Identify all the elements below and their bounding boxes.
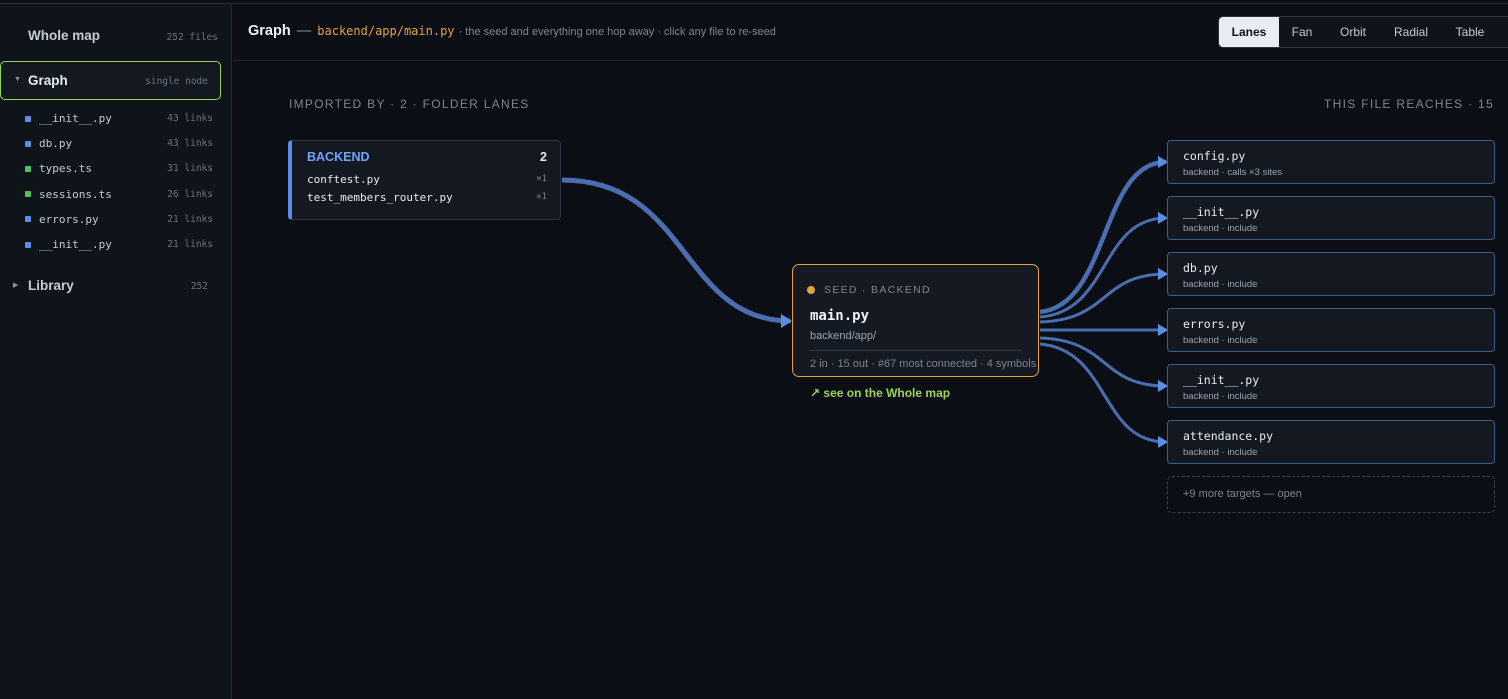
list-item[interactable]: errors.py 21 links — [25, 207, 215, 232]
seed-tag: SEED · BACKEND — [807, 284, 931, 296]
link-count: 43 links — [167, 113, 213, 125]
tab-lanes[interactable]: Lanes — [1219, 17, 1279, 47]
importer-file-name: conftest.py — [307, 172, 380, 186]
whole-map-nav[interactable]: Whole map 252 files — [28, 28, 218, 43]
seed-file-path: backend/app/ — [810, 330, 877, 342]
chevron-right-icon[interactable]: ▶ — [13, 281, 18, 289]
file-name: db.py — [39, 137, 73, 151]
target-detail: backend · include — [1183, 447, 1258, 458]
imported-by-header: IMPORTED BY · 2 · FOLDER LANES — [289, 97, 530, 111]
target-name: config.py — [1183, 149, 1246, 163]
file-type-icon — [25, 191, 31, 198]
file-name: __init__.py — [39, 112, 112, 126]
edge-target — [1039, 159, 1167, 315]
graph-header: Graph — backend/app/main.py · the seed a… — [233, 4, 1508, 61]
edge-arrow — [781, 314, 792, 328]
target-detail: backend · calls ×3 sites — [1183, 167, 1283, 178]
list-item[interactable]: __init__.py 43 links — [25, 106, 215, 131]
seed-path[interactable]: backend/app/main.py — [317, 24, 454, 38]
link-count: 21 links — [167, 239, 213, 251]
list-item[interactable]: sessions.ts 26 links — [25, 182, 215, 207]
file-name: __init__.py — [39, 238, 112, 252]
seed-file-name: main.py — [810, 308, 870, 324]
file-type-icon — [25, 241, 31, 248]
folder-count: 2 — [540, 150, 547, 164]
importer-file-name: test_members_router.py — [307, 190, 453, 204]
graph-nav[interactable]: ▼ Graph single node — [0, 61, 221, 100]
folder-name: BACKEND — [307, 150, 370, 164]
seed-node[interactable]: SEED · BACKEND main.py backend/app/ 2 in… — [792, 264, 1039, 377]
top-files-list: __init__.py 43 links db.py 43 links type… — [25, 106, 215, 257]
file-name: sessions.ts — [39, 187, 112, 201]
library-nav[interactable]: ▶ Library 252 — [0, 276, 221, 298]
tab-radial[interactable]: Radial — [1381, 17, 1441, 47]
page-title: Graph — backend/app/main.py · the seed a… — [248, 23, 776, 39]
importer-file[interactable]: conftest.py ×1 — [307, 171, 547, 187]
library-count: 252 — [190, 281, 208, 292]
graph-meta: single node — [145, 76, 208, 87]
whole-map-label: Whole map — [28, 28, 101, 43]
edge-importer — [561, 177, 791, 324]
file-type-icon — [25, 115, 31, 122]
edge-target — [1039, 216, 1167, 319]
list-item[interactable]: types.ts 31 links — [25, 156, 215, 181]
list-item[interactable]: db.py 43 links — [25, 131, 215, 156]
link-count: 21 links — [167, 213, 213, 225]
target-node[interactable]: attendance.py backend · include — [1167, 420, 1495, 464]
link-count: 43 links — [167, 138, 213, 150]
edge-target — [1039, 342, 1167, 444]
reaches-header: THIS FILE REACHES · 15 — [1324, 97, 1494, 111]
target-detail: backend · include — [1183, 335, 1258, 346]
file-type-icon — [25, 216, 31, 223]
importer-file[interactable]: test_members_router.py ×1 — [307, 189, 547, 205]
seed-dot-icon — [807, 286, 815, 294]
divider — [810, 350, 1021, 351]
target-name: __init__.py — [1183, 373, 1260, 387]
edge-target — [1039, 272, 1167, 324]
target-detail: backend · include — [1183, 279, 1258, 290]
library-label: Library — [28, 278, 74, 293]
tab-table[interactable]: Table — [1441, 17, 1499, 47]
more-targets-label: +9 more targets — open — [1183, 488, 1302, 500]
importer-folder-lane[interactable]: BACKEND 2 conftest.py ×1 test_members_ro… — [288, 140, 561, 220]
target-node[interactable]: config.py backend · calls ×3 sites — [1167, 140, 1495, 184]
link-count: 31 links — [167, 163, 213, 175]
whole-map-count: 252 files — [166, 32, 218, 43]
sidebar: Whole map 252 files ▼ Graph single node … — [0, 4, 232, 699]
target-node[interactable]: __init__.py backend · include — [1167, 364, 1495, 408]
file-type-icon — [25, 165, 31, 172]
importer-file-mult: ×1 — [536, 192, 547, 202]
importer-file-mult: ×1 — [536, 174, 547, 184]
seed-tag-text: SEED · BACKEND — [824, 284, 931, 296]
edge-target — [1039, 336, 1167, 388]
tab-fan[interactable]: Fan — [1279, 17, 1325, 47]
file-name: errors.py — [39, 212, 99, 226]
link-count: 26 links — [167, 188, 213, 200]
target-name: __init__.py — [1183, 205, 1260, 219]
target-node[interactable]: __init__.py backend · include — [1167, 196, 1495, 240]
tab-orbit[interactable]: Orbit — [1325, 17, 1381, 47]
target-node[interactable]: db.py backend · include — [1167, 252, 1495, 296]
title-text: Graph — [248, 23, 291, 39]
chevron-down-icon[interactable]: ▼ — [14, 76, 21, 83]
title-dash: — — [296, 23, 312, 39]
target-name: db.py — [1183, 261, 1218, 275]
target-node[interactable]: errors.py backend · include — [1167, 308, 1495, 352]
see-on-whole-map-link[interactable]: ↗ see on the Whole map — [810, 386, 950, 400]
target-detail: backend · include — [1183, 223, 1258, 234]
graph-label: Graph — [28, 73, 68, 88]
view-tabs: Lanes Fan Orbit Radial Table — [1218, 16, 1508, 48]
seed-stats: 2 in · 15 out · #67 most connected · 4 s… — [810, 358, 1037, 370]
more-targets-button[interactable]: +9 more targets — open — [1167, 476, 1495, 513]
file-name: types.ts — [39, 162, 92, 176]
target-name: errors.py — [1183, 317, 1246, 331]
file-type-icon — [25, 140, 31, 147]
title-description: · the seed and everything one hop away ·… — [458, 26, 776, 38]
target-name: attendance.py — [1183, 429, 1274, 443]
target-detail: backend · include — [1183, 391, 1258, 402]
list-item[interactable]: __init__.py 21 links — [25, 232, 215, 257]
